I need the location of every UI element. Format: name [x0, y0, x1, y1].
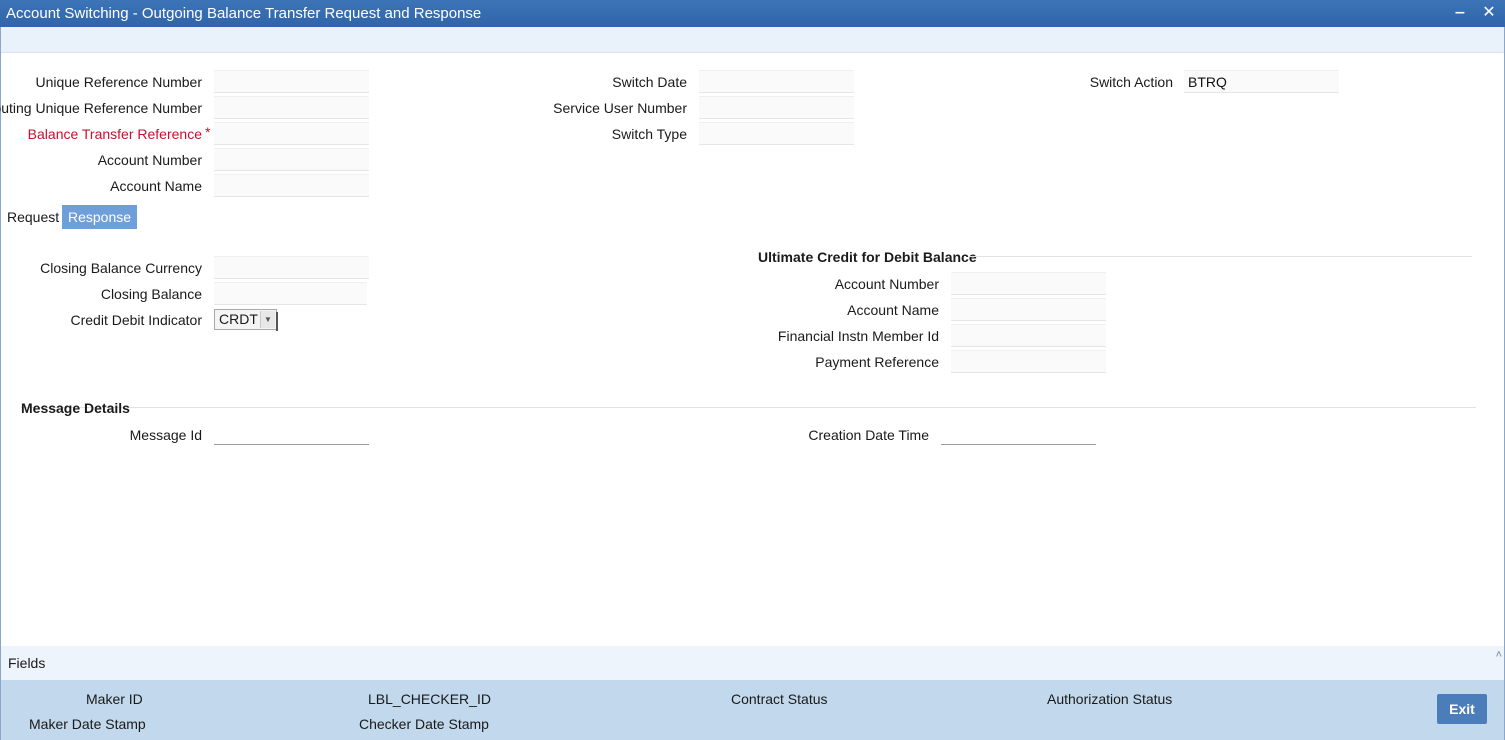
service-user-number-input[interactable] — [699, 96, 854, 119]
window-title: Account Switching - Outgoing Balance Tra… — [6, 5, 482, 22]
balance-transfer-reference-label: Balance Transfer Reference — [27, 126, 202, 142]
checker-id-label: LBL_CHECKER_ID — [368, 691, 491, 707]
financial-instn-member-id-input[interactable] — [951, 324, 1106, 347]
switch-action-input[interactable] — [1184, 70, 1339, 93]
account-name-label: Account Name — [110, 178, 202, 194]
chevron-up-icon[interactable]: ˄ — [1496, 649, 1502, 661]
switch-type-input[interactable] — [699, 122, 854, 145]
frame-border-left — [0, 27, 1, 740]
tab-request[interactable]: Request — [1, 205, 65, 229]
maker-id-label: Maker ID — [86, 691, 143, 707]
payment-reference-label: Payment Reference — [815, 354, 939, 370]
balance-transfer-reference-input[interactable] — [214, 122, 369, 145]
message-details-heading: Message Details — [21, 400, 130, 416]
account-name-input[interactable] — [214, 174, 369, 197]
uc-account-name-label: Account Name — [847, 302, 939, 318]
payment-reference-input[interactable] — [951, 350, 1106, 373]
closing-balance-currency-input[interactable] — [214, 256, 369, 279]
uc-account-number-label: Account Number — [834, 276, 939, 292]
select-shadow — [276, 312, 278, 331]
exit-button[interactable]: Exit — [1437, 694, 1487, 724]
section-divider — [968, 256, 1472, 257]
chevron-down-icon[interactable]: ▼ — [260, 311, 275, 328]
switch-type-label: Switch Type — [611, 126, 687, 142]
credit-debit-indicator-select[interactable]: CRDT ▼ — [214, 309, 278, 331]
account-number-input[interactable] — [214, 148, 369, 171]
audit-footer — [1, 680, 1504, 740]
message-id-input[interactable] — [214, 422, 369, 445]
creation-date-time-input[interactable] — [941, 422, 1096, 445]
uc-account-number-input[interactable] — [951, 272, 1106, 295]
routing-unique-reference-number-label: Routing Unique Reference Number — [0, 100, 202, 116]
closing-balance-input[interactable] — [214, 282, 367, 305]
financial-instn-member-id-label: Financial Instn Member Id — [777, 328, 939, 344]
closing-balance-label: Closing Balance — [100, 286, 202, 302]
toolbar-strip — [1, 27, 1504, 53]
minimize-icon[interactable]: ‒ — [1450, 3, 1470, 23]
switch-date-label: Switch Date — [612, 74, 687, 90]
tab-response[interactable]: Response — [62, 205, 138, 229]
close-icon[interactable]: ✕ — [1479, 3, 1499, 23]
ultimate-credit-heading: Ultimate Credit for Debit Balance — [758, 249, 977, 265]
checker-date-stamp-label: Checker Date Stamp — [359, 716, 489, 732]
switch-date-input[interactable] — [699, 70, 854, 93]
switch-action-label: Switch Action — [1089, 74, 1173, 90]
credit-debit-indicator-label: Credit Debit Indicator — [70, 312, 202, 328]
contract-status-label: Contract Status — [731, 691, 828, 707]
unique-reference-number-input[interactable] — [214, 70, 369, 93]
message-id-label: Message Id — [129, 427, 202, 443]
routing-unique-reference-number-input[interactable] — [214, 96, 369, 119]
authorization-status-label: Authorization Status — [1047, 691, 1173, 707]
service-user-number-label: Service User Number — [553, 100, 687, 116]
fields-label: Fields — [8, 655, 46, 671]
creation-date-time-label: Creation Date Time — [808, 427, 929, 443]
closing-balance-currency-label: Closing Balance Currency — [40, 260, 202, 276]
maker-date-stamp-label: Maker Date Stamp — [29, 716, 146, 732]
credit-debit-indicator-value: CRDT — [219, 311, 258, 327]
unique-reference-number-label: Unique Reference Number — [35, 74, 202, 90]
message-details-divider — [21, 407, 1476, 408]
fields-bar[interactable]: Fields ˄ — [1, 646, 1504, 680]
title-bar: Account Switching - Outgoing Balance Tra… — [0, 0, 1505, 27]
account-number-label: Account Number — [97, 152, 202, 168]
uc-account-name-input[interactable] — [951, 298, 1106, 321]
required-marker: * — [205, 124, 211, 140]
